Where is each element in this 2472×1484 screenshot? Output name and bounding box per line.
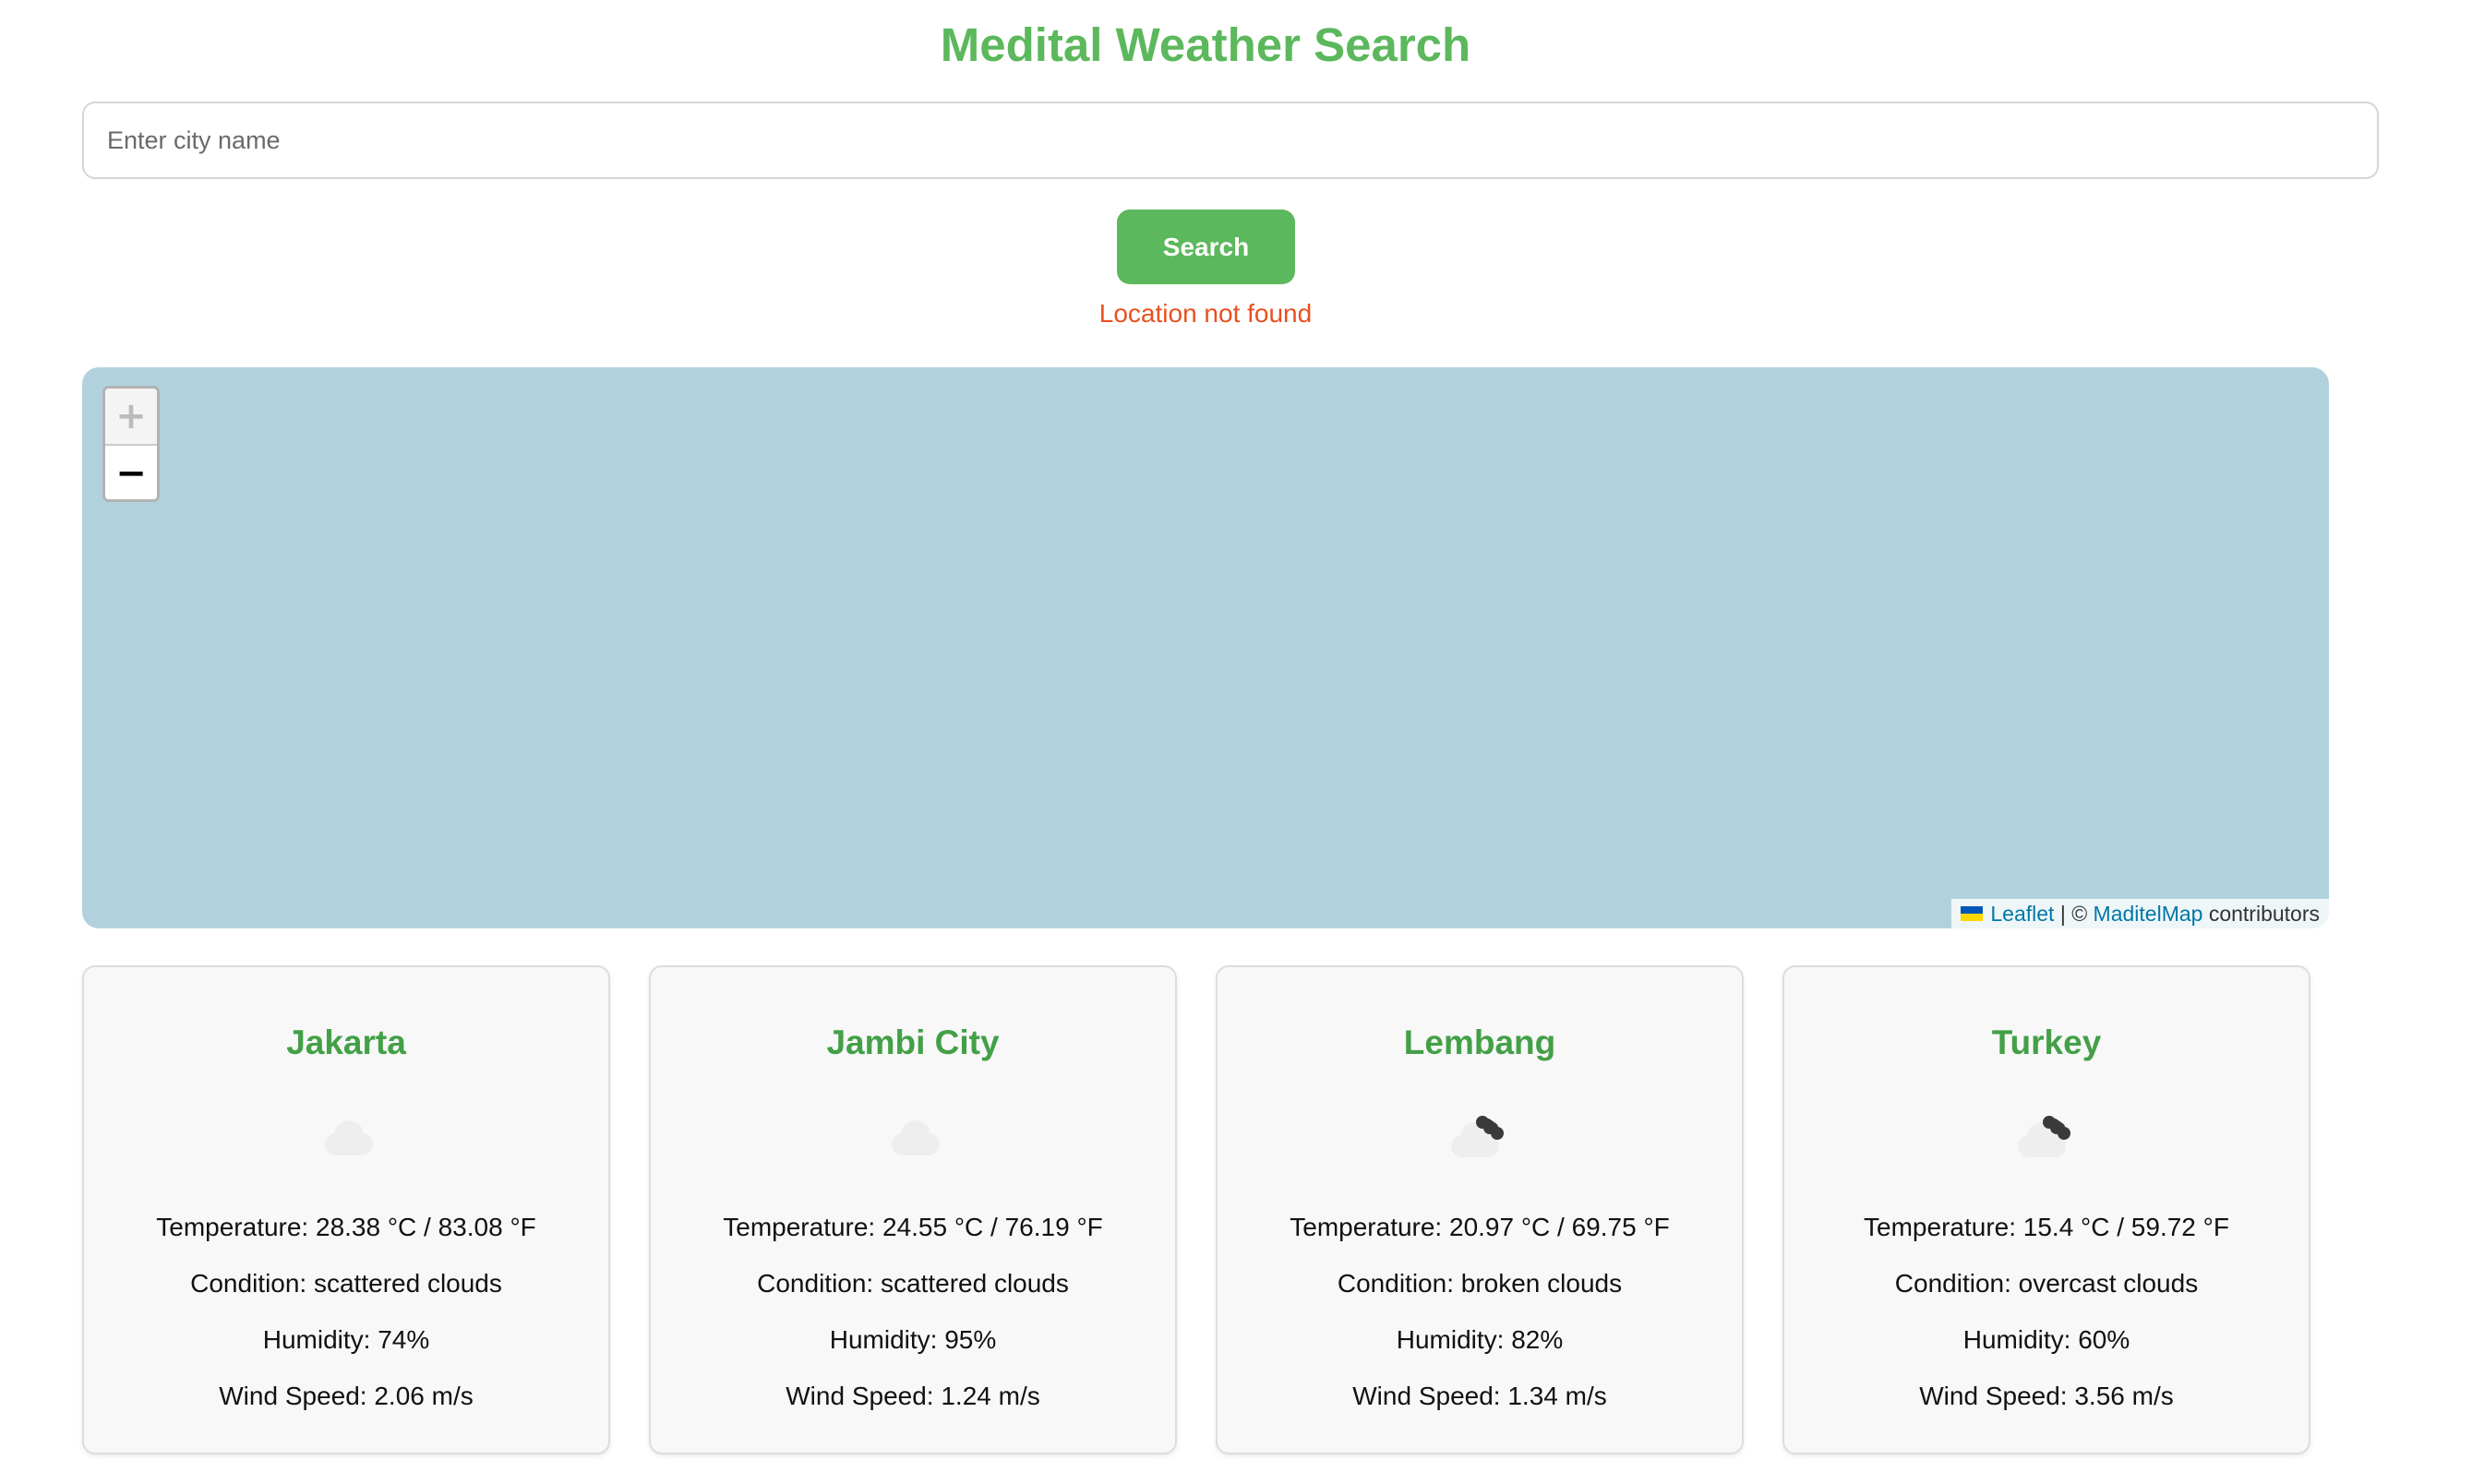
scattered-clouds-icon — [325, 1120, 373, 1155]
search-button[interactable]: Search — [1117, 209, 1295, 284]
zoom-in-button[interactable]: + — [105, 389, 157, 446]
card-humidity: Humidity: 82% — [1396, 1325, 1564, 1354]
error-message: Location not found — [1098, 299, 1313, 328]
card-temperature: Temperature: 20.97 °C / 69.75 °F — [1290, 1213, 1670, 1241]
overcast-clouds-icon — [2018, 1116, 2070, 1157]
leaflet-link[interactable]: Leaflet — [1990, 899, 2054, 928]
card-wind-speed: Wind Speed: 2.06 m/s — [219, 1382, 474, 1410]
card-humidity: Humidity: 95% — [829, 1325, 997, 1354]
scattered-clouds-icon — [892, 1120, 940, 1155]
card-humidity: Humidity: 74% — [262, 1325, 430, 1354]
card-condition: Condition: scattered clouds — [757, 1269, 1069, 1298]
city-search-input[interactable] — [82, 102, 2379, 179]
card-city-name: Turkey — [1991, 1023, 2102, 1061]
ukraine-flag-icon — [1961, 906, 1984, 921]
card-city-name: Jambi City — [826, 1023, 1000, 1061]
weather-card: Jambi City Temperature: 24.55 °C / 76.19… — [649, 965, 1177, 1454]
page-title: Medital Weather Search — [940, 18, 1471, 71]
weather-app: Medital Weather Search Search Location n… — [0, 0, 2472, 1484]
broken-clouds-icon — [1451, 1116, 1504, 1157]
zoom-out-button[interactable]: − — [105, 446, 157, 499]
weather-card: Lembang Temperature: 20.97 °C / 69.75 °F… — [1216, 965, 1744, 1454]
weather-card: Turkey Temperature: 15.4 °C / 59.72 °F C… — [1782, 965, 2310, 1454]
attribution-separator: | © — [2054, 902, 2094, 926]
zoom-control: + − — [102, 386, 160, 502]
weather-card: Jakarta Temperature: 28.38 °C / 83.08 °F… — [82, 965, 610, 1454]
card-temperature: Temperature: 24.55 °C / 76.19 °F — [723, 1213, 1103, 1241]
card-wind-speed: Wind Speed: 3.56 m/s — [1919, 1382, 2174, 1410]
card-city-name: Jakarta — [286, 1023, 406, 1061]
attribution-suffix: contributors — [2202, 902, 2320, 926]
card-temperature: Temperature: 28.38 °C / 83.08 °F — [156, 1213, 536, 1241]
card-condition: Condition: scattered clouds — [190, 1269, 502, 1298]
card-wind-speed: Wind Speed: 1.24 m/s — [786, 1382, 1040, 1410]
card-temperature: Temperature: 15.4 °C / 59.72 °F — [1864, 1213, 2229, 1241]
card-condition: Condition: broken clouds — [1337, 1269, 1623, 1298]
card-city-name: Lembang — [1403, 1023, 1556, 1061]
card-wind-speed: Wind Speed: 1.34 m/s — [1352, 1382, 1607, 1410]
map-view[interactable]: + − Leaflet | © MaditelMap contributors — [82, 367, 2329, 928]
map-provider-link[interactable]: MaditelMap — [2094, 899, 2203, 928]
weather-cards: Jakarta Temperature: 28.38 °C / 83.08 °F… — [82, 965, 2408, 1454]
map-attribution: Leaflet | © MaditelMap contributors — [1951, 899, 2329, 928]
card-condition: Condition: overcast clouds — [1894, 1269, 2199, 1298]
card-humidity: Humidity: 60% — [1962, 1325, 2130, 1354]
